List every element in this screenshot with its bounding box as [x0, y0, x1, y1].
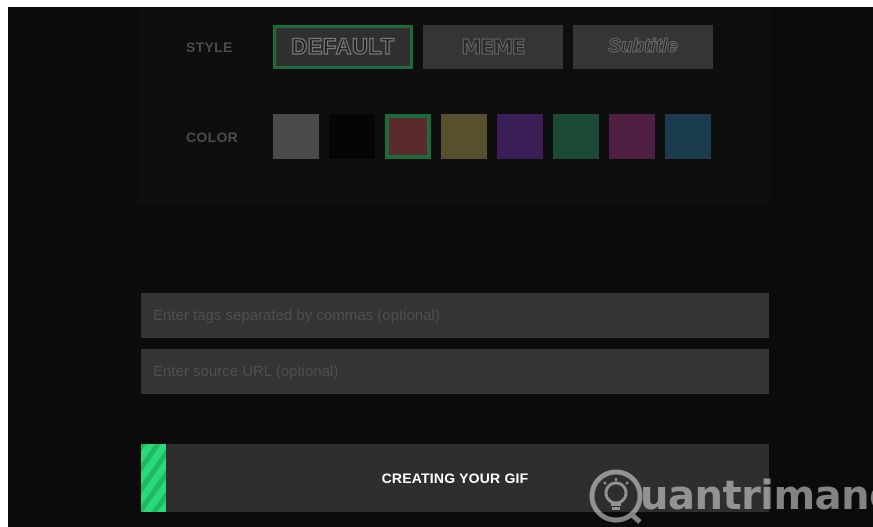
- lightbulb-icon: [589, 469, 643, 524]
- style-default-button[interactable]: DEFAULT: [273, 25, 413, 69]
- left-edge: [0, 0, 8, 527]
- color-swatch-black[interactable]: [329, 114, 375, 159]
- style-subtitle-button[interactable]: Subtitle: [573, 25, 713, 69]
- style-label: STYLE: [186, 39, 233, 55]
- color-swatch-white[interactable]: [273, 114, 319, 159]
- color-swatch-yellow[interactable]: [441, 114, 487, 159]
- color-label: COLOR: [186, 129, 239, 145]
- source-url-input[interactable]: [141, 349, 769, 394]
- color-swatch-green[interactable]: [553, 114, 599, 159]
- watermark: uantrimang: [588, 466, 873, 526]
- top-edge: [0, 0, 873, 7]
- color-swatch-purple[interactable]: [497, 114, 543, 159]
- watermark-text: uantrimang: [640, 473, 873, 519]
- gif-maker-page: STYLE DEFAULT MEME Subtitle COLOR CREATI…: [0, 0, 873, 527]
- color-swatch-red[interactable]: [385, 114, 431, 159]
- color-swatch-blue[interactable]: [665, 114, 711, 159]
- tags-input[interactable]: [141, 293, 769, 338]
- style-meme-button[interactable]: MEME: [423, 25, 563, 69]
- color-swatch-magenta[interactable]: [609, 114, 655, 159]
